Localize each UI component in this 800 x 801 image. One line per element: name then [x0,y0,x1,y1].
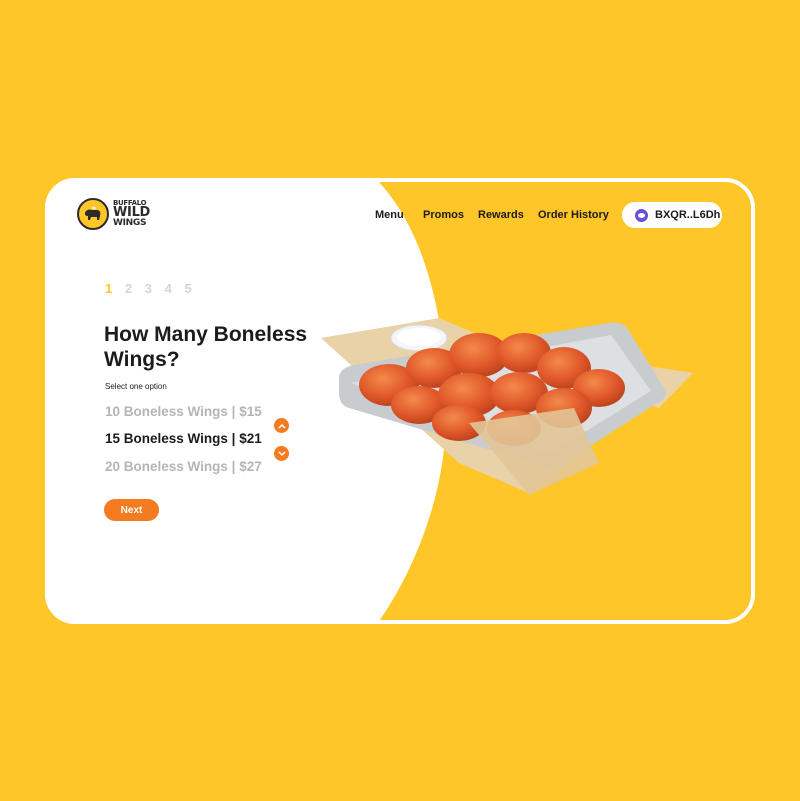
chevron-down-icon [277,450,286,456]
nav-item-menu[interactable]: Menu [375,209,404,221]
option-20-wings[interactable]: 20 Boneless Wings | $27 [105,459,262,474]
wallet-icon [635,208,648,222]
step-3[interactable]: 3 [145,281,152,296]
brand-logo[interactable]: BUFFALO WILD WINGS [77,198,150,230]
nav-item-rewards[interactable]: Rewards [478,209,524,221]
boneless-wings-image [321,318,693,495]
buffalo-icon [77,198,109,230]
step-2[interactable]: 2 [125,281,132,296]
step-indicator: 1 2 3 4 5 [105,281,201,296]
option-10-wings[interactable]: 10 Boneless Wings | $15 [105,404,262,419]
question-title: How Many Boneless Wings? [104,323,308,372]
scroll-up-button[interactable] [274,418,289,433]
next-button[interactable]: Next [104,499,159,521]
step-1[interactable]: 1 [105,281,112,296]
wallet-button[interactable]: BXQR..L6Dh [622,202,722,228]
chevron-up-icon [277,423,286,429]
scroll-down-button[interactable] [274,446,289,461]
option-15-wings[interactable]: 15 Boneless Wings | $21 [105,431,262,446]
nav-item-promos[interactable]: Promos [423,209,464,221]
wallet-address: BXQR..L6Dh [655,209,721,221]
step-4[interactable]: 4 [165,281,172,296]
main-card: BUFFALO WILD WINGS Menu Promos Rewards O… [45,178,755,624]
question-subtitle: Select one option [105,382,167,391]
brand-wordmark: BUFFALO WILD WINGS [113,200,150,228]
step-5[interactable]: 5 [184,281,191,296]
nav-item-order-history[interactable]: Order History [538,209,609,221]
brand-line-3: WINGS [113,218,147,229]
